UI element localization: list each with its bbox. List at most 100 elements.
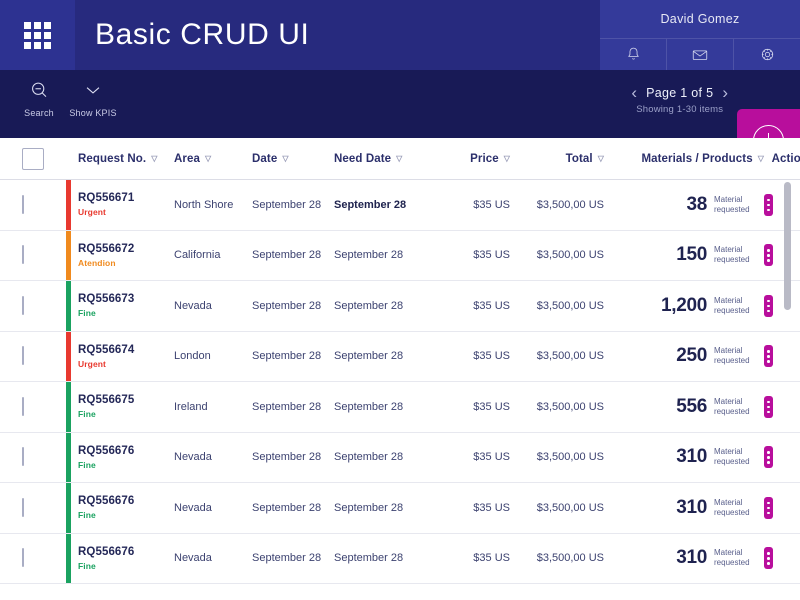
sort-caret-icon[interactable]: ▽	[205, 154, 211, 163]
cell-total: $3,500,00 US	[510, 300, 604, 312]
row-checkbox[interactable]	[22, 548, 24, 567]
column-header-need-date[interactable]: Need Date ▽	[334, 153, 434, 165]
messages-button[interactable]	[667, 39, 734, 70]
page-indicator: Page 1 of 5	[646, 86, 713, 100]
row-status-bar	[66, 483, 71, 533]
cell-date: September 28	[252, 401, 334, 413]
column-label: Total	[566, 153, 593, 165]
select-all-checkbox[interactable]	[22, 148, 44, 170]
row-menu-icon[interactable]	[764, 446, 773, 468]
settings-button[interactable]	[734, 39, 800, 70]
table-row[interactable]: RQ556673FineNevadaSeptember 28September …	[0, 281, 800, 332]
notifications-button[interactable]	[600, 39, 667, 70]
row-checkbox[interactable]	[22, 447, 24, 466]
column-header-date[interactable]: Date ▽	[252, 153, 334, 165]
cell-area: Ireland	[174, 401, 252, 413]
row-checkbox[interactable]	[22, 498, 24, 517]
column-header-materials[interactable]: Materials / Products ▽	[604, 153, 764, 165]
cell-date: September 28	[252, 300, 334, 312]
cell-date: September 28	[252, 350, 334, 362]
table-row[interactable]: RQ556675FineIrelandSeptember 28September…	[0, 382, 800, 433]
status-badge: Fine	[78, 510, 174, 520]
apps-menu-button[interactable]	[0, 0, 75, 70]
cell-materials: 150Materialrequested	[604, 244, 764, 266]
row-menu-icon[interactable]	[764, 345, 773, 367]
row-checkbox[interactable]	[22, 346, 24, 365]
cell-price: $35 US	[434, 552, 510, 564]
sort-caret-icon[interactable]: ▽	[151, 154, 157, 163]
material-quantity: 310	[676, 446, 707, 468]
request-no-value: RQ556676	[78, 445, 174, 457]
table-scrollbar[interactable]	[784, 182, 791, 600]
user-name[interactable]: David Gomez	[600, 0, 800, 38]
cell-price: $35 US	[434, 249, 510, 261]
column-header-area[interactable]: Area ▽	[174, 153, 252, 165]
next-page-button[interactable]: ›	[722, 84, 728, 101]
status-badge: Urgent	[78, 359, 174, 369]
bell-icon	[625, 46, 642, 63]
cell-area: Nevada	[174, 300, 252, 312]
material-caption-line1: Material	[714, 447, 742, 456]
request-no-value: RQ556676	[78, 495, 174, 507]
table-row[interactable]: RQ556676FineNevadaSeptember 28September …	[0, 483, 800, 534]
search-button[interactable]: Search	[12, 78, 66, 118]
request-no-value: RQ556673	[78, 293, 174, 305]
sort-caret-icon[interactable]: ▽	[396, 154, 402, 163]
material-caption-line2: requested	[714, 558, 750, 567]
row-status-bar	[66, 180, 71, 230]
material-caption: Materialrequested	[714, 195, 764, 215]
material-caption-line2: requested	[714, 508, 750, 517]
table-row[interactable]: RQ556676FineNevadaSeptember 28September …	[0, 433, 800, 484]
column-label: Need Date	[334, 153, 391, 165]
cell-total: $3,500,00 US	[510, 401, 604, 413]
column-header-total[interactable]: Total ▽	[510, 153, 604, 165]
cell-price: $35 US	[434, 451, 510, 463]
column-header-price[interactable]: Price ▽	[434, 153, 510, 165]
search-icon	[29, 78, 50, 102]
table-row[interactable]: RQ556676FineNevadaSeptember 28September …	[0, 534, 800, 585]
cell-total: $3,500,00 US	[510, 451, 604, 463]
row-menu-icon[interactable]	[764, 194, 773, 216]
user-panel: David Gomez	[600, 0, 800, 70]
row-menu-icon[interactable]	[764, 497, 773, 519]
row-menu-icon[interactable]	[764, 547, 773, 569]
row-status-bar	[66, 281, 71, 331]
table-row[interactable]: RQ556674UrgentLondonSeptember 28Septembe…	[0, 332, 800, 383]
row-checkbox[interactable]	[22, 195, 24, 214]
scrollbar-thumb[interactable]	[784, 182, 791, 310]
status-badge: Fine	[78, 460, 174, 470]
material-quantity: 1,200	[661, 295, 707, 317]
table-row[interactable]: RQ556671UrgentNorth ShoreSeptember 28Sep…	[0, 180, 800, 231]
cell-materials: 250Materialrequested	[604, 345, 764, 367]
mail-icon	[691, 46, 709, 64]
row-menu-icon[interactable]	[764, 295, 773, 317]
material-caption-line1: Material	[714, 296, 742, 305]
row-checkbox[interactable]	[22, 397, 24, 416]
material-quantity: 310	[676, 547, 707, 569]
cell-area: Nevada	[174, 451, 252, 463]
toolbar: Search Show KPIS ‹ Page 1 of 5 › Showing…	[0, 70, 800, 138]
cell-date: September 28	[252, 199, 334, 211]
column-header-request-no[interactable]: Request No. ▽	[78, 153, 174, 165]
show-kpis-button[interactable]: Show KPIS	[66, 78, 120, 118]
cell-materials: 556Materialrequested	[604, 396, 764, 418]
row-menu-icon[interactable]	[764, 396, 773, 418]
cell-area: Nevada	[174, 502, 252, 514]
material-caption: Materialrequested	[714, 548, 764, 568]
table-row[interactable]: RQ556672AtendionCaliforniaSeptember 28Se…	[0, 231, 800, 282]
prev-page-button[interactable]: ‹	[631, 84, 637, 101]
status-badge: Fine	[78, 409, 174, 419]
cell-need-date: September 28	[334, 451, 434, 463]
row-checkbox[interactable]	[22, 296, 24, 315]
cell-materials: 310 Materialrequested	[604, 547, 764, 569]
row-menu-icon[interactable]	[764, 244, 773, 266]
cell-total: $3,500,00 US	[510, 249, 604, 261]
column-label: Materials / Products	[641, 153, 752, 165]
request-no-value: RQ556675	[78, 394, 174, 406]
sort-caret-icon[interactable]: ▽	[282, 154, 288, 163]
column-label: Date	[252, 153, 277, 165]
material-quantity: 310	[676, 497, 707, 519]
material-caption: Materialrequested	[714, 498, 764, 518]
row-checkbox[interactable]	[22, 245, 24, 264]
cell-price: $35 US	[434, 300, 510, 312]
